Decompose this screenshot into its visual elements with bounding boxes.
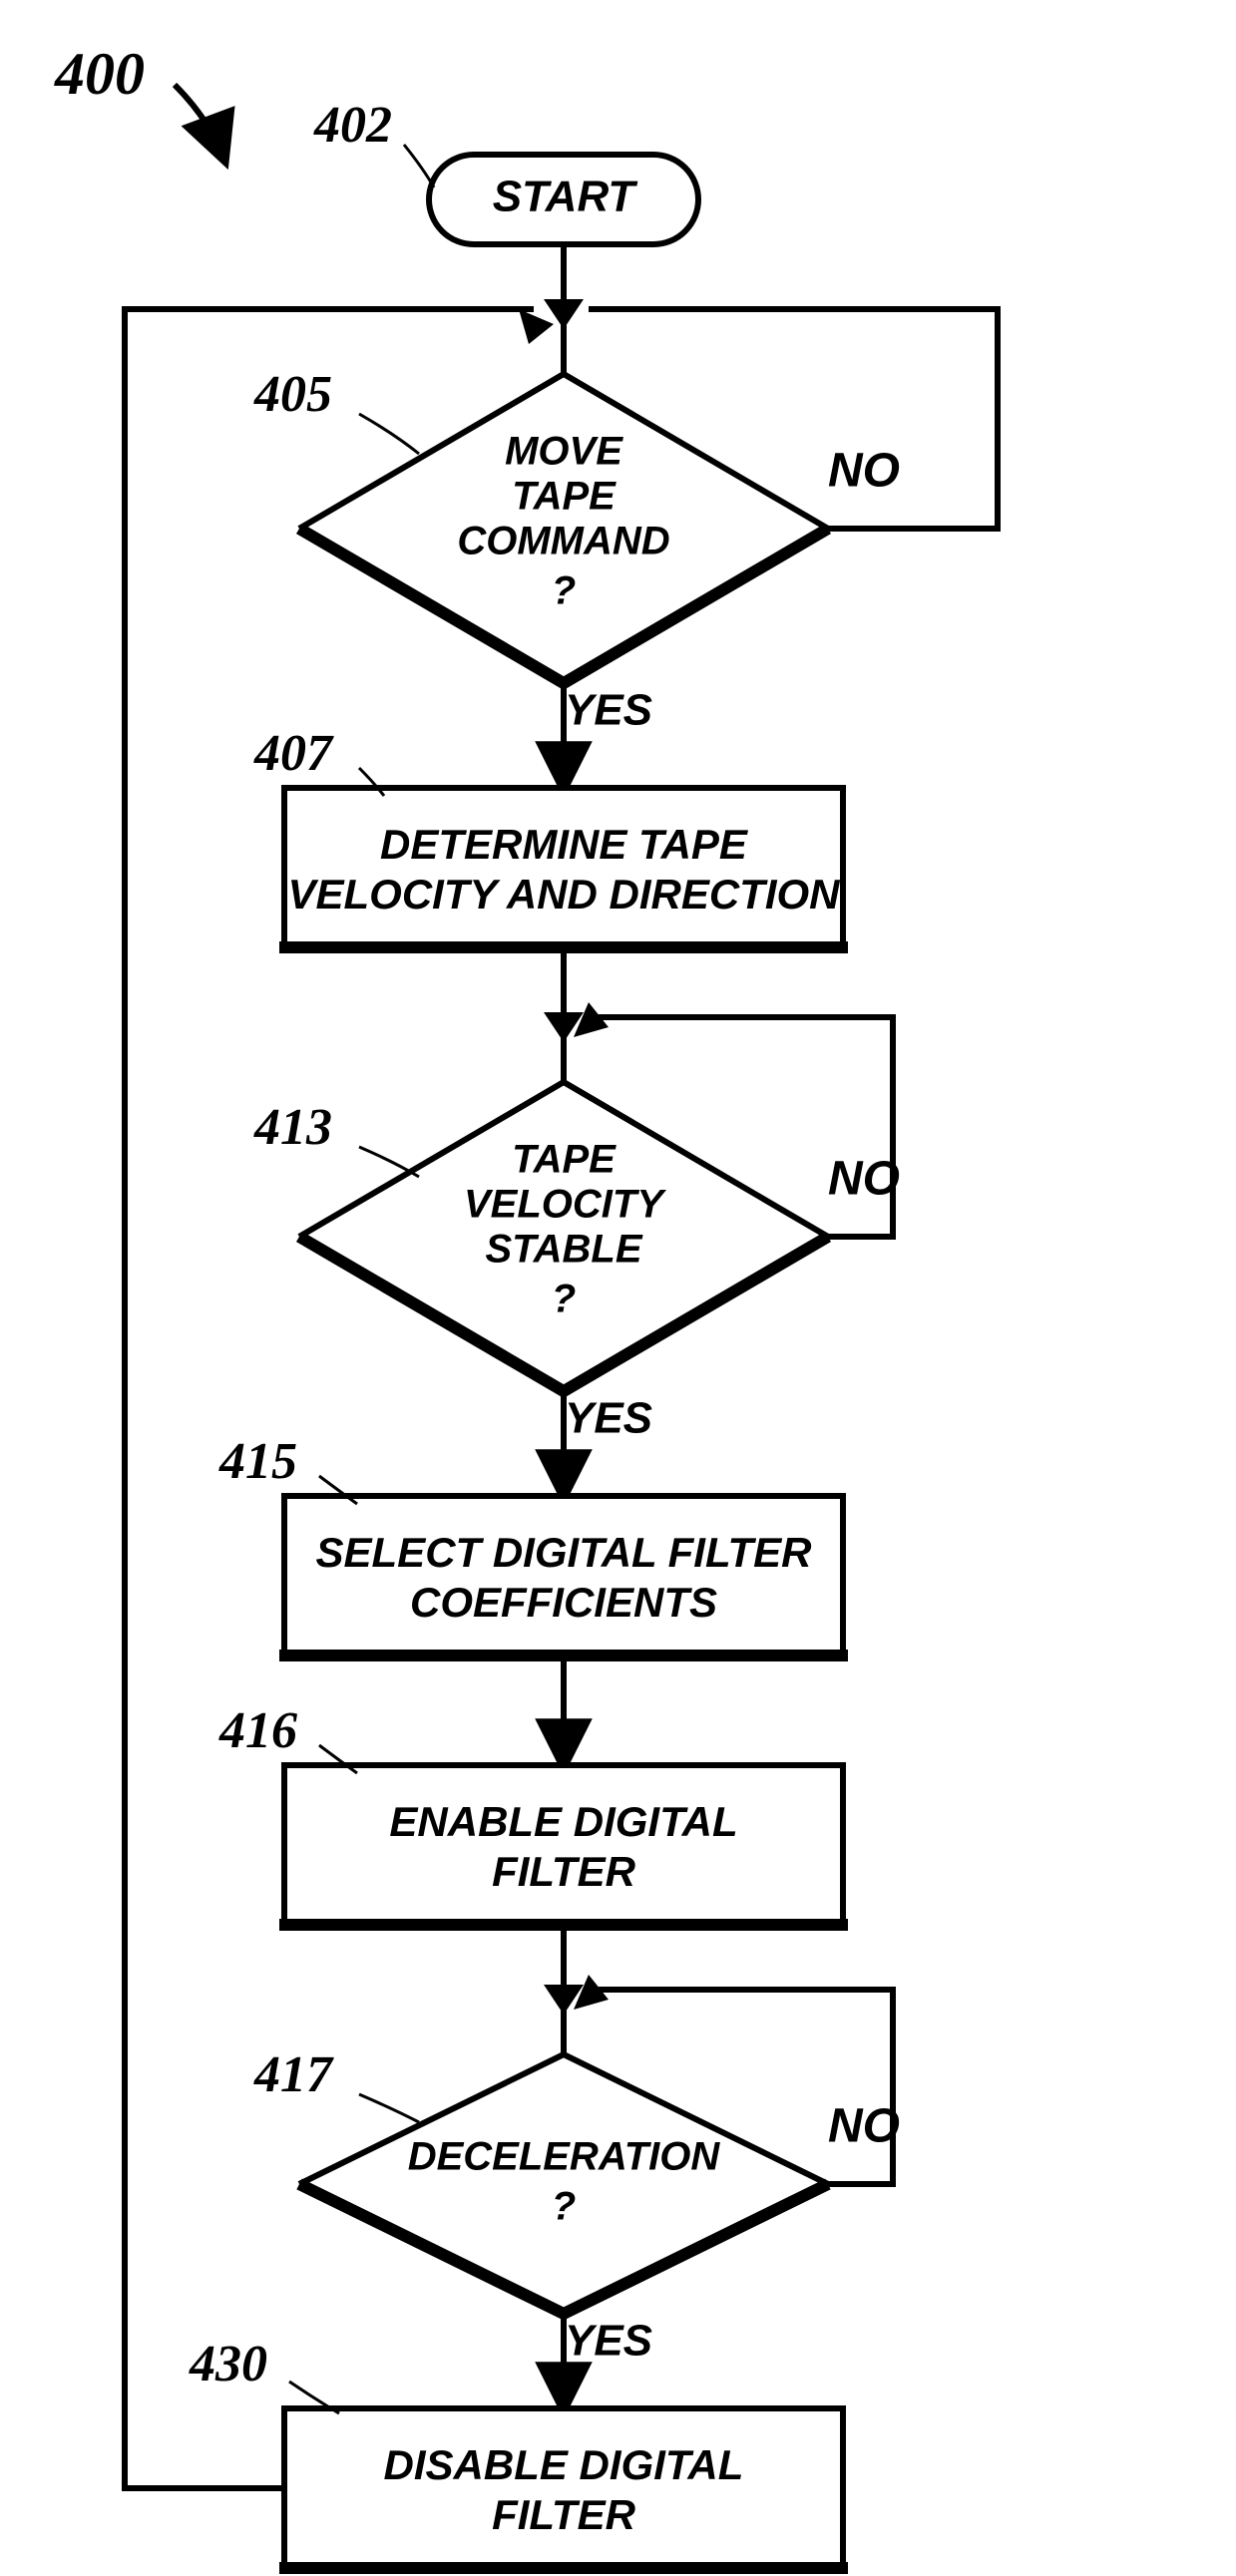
start-node: START	[429, 155, 698, 244]
process-disable-filter: DISABLE DIGITAL FILTER	[279, 2408, 848, 2568]
no-label-d3: NO	[828, 2100, 900, 2153]
process-determine-velocity: DETERMINE TAPE VELOCITY AND DIRECTION	[279, 788, 848, 947]
ref-405: 405	[253, 366, 332, 423]
merge-top	[519, 299, 584, 344]
leader-405	[359, 414, 419, 454]
svg-text:FILTER: FILTER	[492, 1848, 636, 1895]
svg-text:STABLE: STABLE	[485, 1228, 642, 1272]
ref-416: 416	[218, 1702, 297, 1759]
no-label-d1: NO	[828, 445, 900, 498]
yes-label-d3: YES	[565, 2317, 652, 2366]
svg-text:?: ?	[552, 1278, 576, 1321]
svg-text:ENABLE DIGITAL: ENABLE DIGITAL	[389, 1798, 737, 1845]
ref-407: 407	[253, 725, 334, 782]
ref-402: 402	[313, 97, 392, 154]
leader-402	[404, 145, 434, 187]
svg-text:TAPE: TAPE	[512, 1138, 617, 1182]
ref-413: 413	[253, 1099, 332, 1156]
decision-move-tape-command: MOVE TAPE COMMAND ?	[299, 374, 828, 683]
svg-text:COMMAND: COMMAND	[457, 520, 669, 563]
decision-velocity-stable: TAPE VELOCITY STABLE ?	[299, 1082, 828, 1391]
ref-417: 417	[253, 2046, 334, 2103]
svg-text:?: ?	[552, 2185, 576, 2229]
svg-text:SELECT DIGITAL FILTER: SELECT DIGITAL FILTER	[316, 1529, 813, 1576]
merge-d2	[544, 1002, 609, 1042]
yes-label-d1: YES	[565, 686, 652, 735]
leader-417	[359, 2094, 419, 2122]
svg-text:DISABLE DIGITAL: DISABLE DIGITAL	[384, 2441, 744, 2488]
figure-ref-arrow	[175, 85, 224, 160]
svg-text:VELOCITY AND DIRECTION: VELOCITY AND DIRECTION	[287, 871, 841, 918]
svg-text:VELOCITY: VELOCITY	[464, 1183, 666, 1227]
svg-text:DETERMINE TAPE: DETERMINE TAPE	[380, 821, 749, 868]
process-select-coefficients: SELECT DIGITAL FILTER COEFFICIENTS	[279, 1496, 848, 1656]
svg-text:MOVE: MOVE	[505, 430, 623, 474]
decision-deceleration: DECELERATION ?	[299, 2054, 828, 2314]
process-enable-filter: ENABLE DIGITAL FILTER	[279, 1765, 848, 1925]
svg-text:START: START	[493, 173, 638, 221]
svg-text:COEFFICIENTS: COEFFICIENTS	[410, 1579, 717, 1626]
yes-label-d2: YES	[565, 1394, 652, 1443]
svg-text:FILTER: FILTER	[492, 2491, 636, 2538]
no-label-d2: NO	[828, 1153, 900, 1206]
leader-413	[359, 1147, 419, 1177]
svg-text:?: ?	[552, 569, 576, 613]
flowchart-diagram: 400 START 402 MOVE TAPE COMMAND ? 405 NO…	[0, 0, 1236, 2576]
merge-d3	[544, 1975, 609, 2015]
svg-text:DECELERATION: DECELERATION	[408, 2135, 721, 2179]
figure-ref: 400	[54, 41, 145, 107]
ref-430: 430	[189, 2336, 267, 2392]
svg-text:TAPE: TAPE	[512, 475, 617, 519]
ref-415: 415	[218, 1433, 297, 1490]
